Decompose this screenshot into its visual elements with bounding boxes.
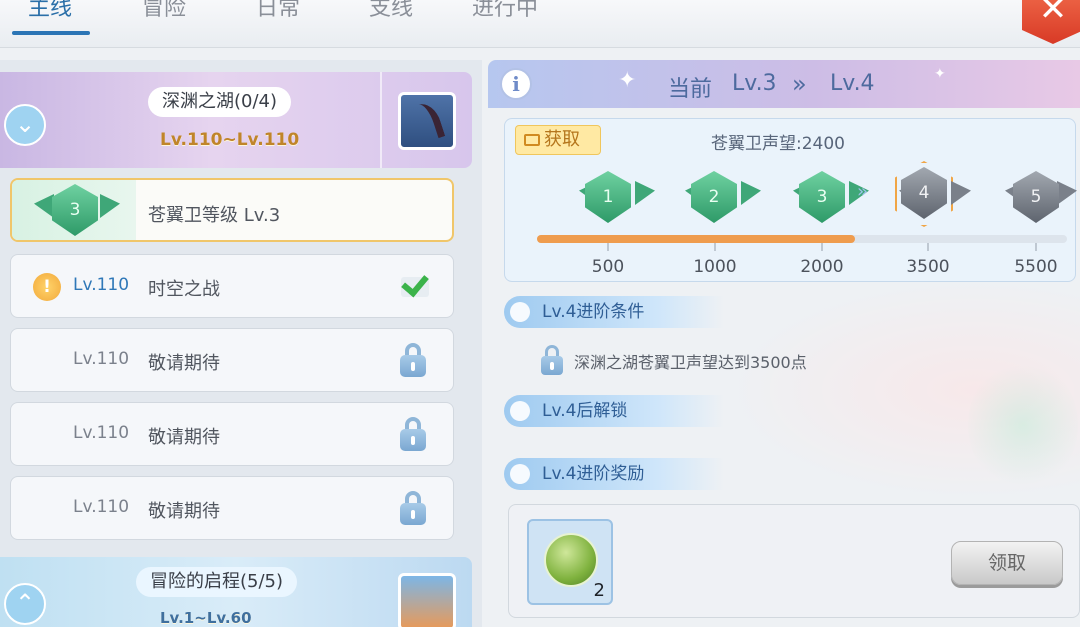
lock-icon bbox=[540, 345, 564, 375]
close-icon: ✕ bbox=[1038, 0, 1068, 29]
current-label: 当前 bbox=[668, 77, 713, 102]
tab-daily[interactable]: 日常 bbox=[256, 0, 300, 34]
quest-item[interactable]: Lv.110 敬请期待 bbox=[10, 402, 454, 466]
next-arrow-icon: » bbox=[857, 181, 869, 202]
level-detail-panel: i ✦ ✦ 当前 Lv.3 » Lv.4 获取 苍翼卫声望:2400 1 2 3… bbox=[488, 60, 1080, 627]
tab-main[interactable]: 主线 bbox=[28, 0, 72, 34]
tab-adventure[interactable]: 冒险 bbox=[142, 0, 186, 34]
milestone-5-shield-icon: 5 bbox=[1013, 171, 1059, 223]
quest-level: Lv.110 bbox=[73, 497, 130, 517]
collapse-chevron-icon[interactable]: ⌄ bbox=[4, 104, 46, 146]
quest-item[interactable]: Lv.110 敬请期待 bbox=[10, 328, 454, 392]
quest-item[interactable]: ! Lv.110 时空之战 bbox=[10, 254, 454, 318]
background-artwork bbox=[968, 360, 1078, 490]
wing-icon bbox=[635, 181, 655, 205]
tab-in-progress[interactable]: 进行中 bbox=[472, 0, 538, 34]
quest-name: 苍翼卫等级 Lv.3 bbox=[148, 205, 281, 226]
active-tab-indicator bbox=[12, 31, 90, 35]
lock-icon bbox=[399, 343, 427, 377]
reward-area: 2 领取 bbox=[508, 504, 1080, 618]
chapter-header[interactable]: ⌄ 深渊之湖(0/4) Lv.110~Lv.110 bbox=[0, 72, 472, 168]
alert-icon: ! bbox=[33, 273, 61, 301]
quest-item-selected[interactable]: 3 苍翼卫等级 Lv.3 bbox=[10, 178, 454, 242]
chapter-title: 冒险的启程(5/5) bbox=[136, 567, 298, 597]
claim-button[interactable]: 领取 bbox=[951, 541, 1063, 585]
quest-list-panel: ⌄ 深渊之湖(0/4) Lv.110~Lv.110 3 苍翼卫等级 Lv.3 !… bbox=[0, 60, 482, 627]
quest-item[interactable]: Lv.110 敬请期待 bbox=[10, 476, 454, 540]
progress-fill bbox=[537, 235, 855, 243]
reputation-progress: 获取 苍翼卫声望:2400 1 2 3 » 4 5 500 1000 2000 … bbox=[504, 118, 1077, 282]
advance-conditions-header: Lv.4进阶条件 bbox=[504, 296, 724, 328]
reward-count: 2 bbox=[593, 580, 605, 601]
reputation-value: 苍翼卫声望:2400 bbox=[711, 134, 845, 154]
quest-name: 敬请期待 bbox=[148, 353, 220, 374]
condition-text: 深渊之湖苍翼卫声望达到3500点 bbox=[574, 353, 807, 372]
chapter-title: 深渊之湖(0/4) bbox=[148, 87, 292, 117]
wing-icon bbox=[1057, 181, 1077, 205]
milestone-value: 500 bbox=[591, 257, 625, 277]
tab-side[interactable]: 支线 bbox=[369, 0, 413, 34]
milestone-value: 1000 bbox=[693, 257, 737, 277]
reward-item-slot[interactable]: 2 bbox=[527, 519, 613, 605]
milestone-value: 2000 bbox=[800, 257, 844, 277]
quest-name: 敬请期待 bbox=[148, 501, 220, 522]
expand-chevron-icon[interactable]: ⌃ bbox=[4, 583, 46, 625]
wing-icon bbox=[951, 181, 971, 205]
next-level: Lv.4 bbox=[830, 71, 875, 96]
close-button[interactable]: ✕ bbox=[1022, 0, 1080, 44]
current-level: Lv.3 bbox=[732, 71, 777, 96]
chapter-header[interactable]: ⌃ 冒险的启程(5/5) Lv.1~Lv.60 bbox=[0, 557, 472, 627]
quest-level: Lv.110 bbox=[73, 423, 130, 443]
level-header: i ✦ ✦ 当前 Lv.3 » Lv.4 bbox=[488, 60, 1080, 108]
milestone-value: 5500 bbox=[1014, 257, 1058, 277]
chapter-level-range: Lv.1~Lv.60 bbox=[160, 609, 252, 627]
chapter-level-range: Lv.110~Lv.110 bbox=[160, 130, 300, 150]
milestone-3-shield-icon: 3 bbox=[799, 171, 845, 223]
chapter-scythe-icon bbox=[398, 92, 456, 150]
unlocks-header: Lv.4后解锁 bbox=[504, 395, 724, 427]
lock-icon bbox=[399, 491, 427, 525]
sparkle-icon: ✦ bbox=[934, 66, 946, 82]
checkmark-icon bbox=[399, 271, 431, 297]
milestone-value: 3500 bbox=[906, 257, 950, 277]
milestone-2-shield-icon: 2 bbox=[691, 171, 737, 223]
quest-name: 敬请期待 bbox=[148, 427, 220, 448]
quest-level: Lv.110 bbox=[73, 349, 130, 369]
acquire-button[interactable]: 获取 bbox=[515, 125, 601, 155]
lock-icon bbox=[399, 417, 427, 451]
quest-level: Lv.110 bbox=[73, 275, 130, 295]
chapter-complete-icon bbox=[398, 573, 456, 627]
feather-orb-icon bbox=[544, 533, 598, 587]
top-tab-bar: 主线 冒险 日常 支线 进行中 ✕ bbox=[0, 0, 1080, 48]
wing-icon bbox=[741, 181, 761, 205]
divider bbox=[380, 72, 382, 168]
next-chevron-icon: » bbox=[792, 70, 807, 98]
acquire-label: 获取 bbox=[544, 129, 580, 150]
milestone-1-shield-icon: 1 bbox=[585, 171, 631, 223]
rewards-header: Lv.4进阶奖励 bbox=[504, 458, 724, 490]
quest-name: 时空之战 bbox=[148, 279, 220, 300]
search-ticket-icon bbox=[524, 134, 540, 146]
info-icon[interactable]: i bbox=[500, 68, 532, 100]
sparkle-icon: ✦ bbox=[618, 68, 637, 93]
